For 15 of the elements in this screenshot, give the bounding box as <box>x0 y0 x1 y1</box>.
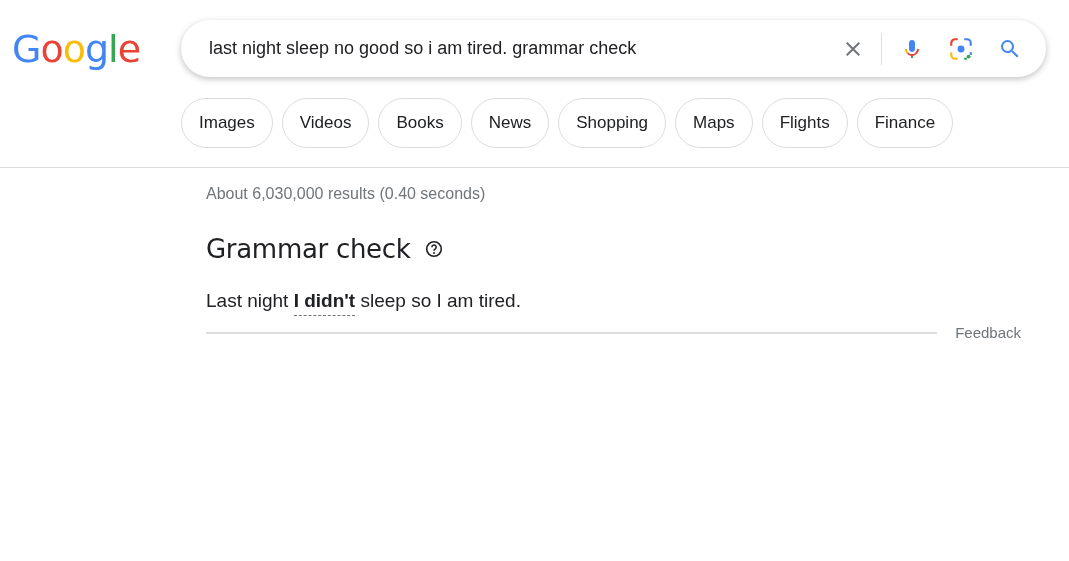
help-icon[interactable] <box>424 240 443 258</box>
feedback-link[interactable]: Feedback <box>955 324 1021 341</box>
filter-chip[interactable]: Images <box>181 98 273 148</box>
filter-chip[interactable]: Finance <box>856 98 954 148</box>
search-field[interactable]: last night sleep no good so i am tired. grammar check <box>207 37 841 60</box>
google-logo[interactable]: Google <box>12 26 181 71</box>
result-stats: About 6,030,000 results (0.40 seconds) <box>206 185 487 203</box>
filter-chip[interactable]: Shopping <box>558 98 667 148</box>
filter-chip[interactable]: Videos <box>281 98 370 148</box>
filter-chip[interactable]: News <box>470 98 550 148</box>
filter-chip[interactable]: Maps <box>675 98 753 148</box>
filter-chip[interactable]: Flights <box>761 98 848 148</box>
filter-chip[interactable]: Books <box>378 98 462 148</box>
card-title: Grammar check <box>206 234 411 264</box>
camera-icon[interactable] <box>948 35 974 62</box>
